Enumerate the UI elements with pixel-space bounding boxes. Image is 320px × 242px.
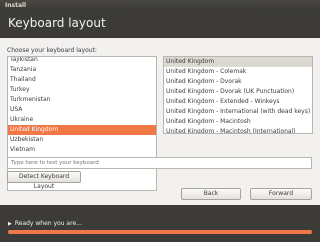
main-panel: Choose your keyboard layout: Tajikistan T… xyxy=(0,38,320,205)
country-list-item[interactable]: Tajikistan xyxy=(8,57,156,65)
layout-list-item[interactable]: United Kingdom - Macintosh xyxy=(164,117,312,127)
install-progress-fill xyxy=(8,230,312,234)
install-progress-bar xyxy=(8,230,312,234)
status-text: Ready when you are... xyxy=(14,220,82,227)
layout-list-item[interactable]: United Kingdom - Dvorak xyxy=(164,77,312,87)
country-list-item[interactable]: Turkmenistan xyxy=(8,95,156,105)
country-list-item[interactable]: Thailand xyxy=(8,75,156,85)
country-list-item[interactable]: Vietnam xyxy=(8,145,156,155)
layout-list-item[interactable]: United Kingdom - International (with dea… xyxy=(164,107,312,117)
detect-keyboard-layout-button[interactable]: Detect Keyboard Layout xyxy=(7,171,81,190)
layout-list-item[interactable]: United Kingdom xyxy=(164,57,312,67)
window-titlebar: Install xyxy=(0,0,320,11)
play-arrow-icon: ▶ xyxy=(8,221,12,227)
layout-list-item[interactable]: United Kingdom - Dvorak (UK Punctuation) xyxy=(164,87,312,97)
page-title: Keyboard layout xyxy=(8,16,106,30)
back-button[interactable]: Back xyxy=(181,188,241,200)
keyboard-test-input[interactable] xyxy=(7,157,312,169)
country-list-item[interactable]: Tanzania xyxy=(8,65,156,75)
layout-variant-list[interactable]: United Kingdom United Kingdom - Colemak Un… xyxy=(163,56,313,134)
choose-layout-label: Choose your keyboard layout: xyxy=(7,47,97,54)
layout-list-item[interactable]: United Kingdom - Macintosh (Internationa… xyxy=(164,127,312,133)
country-list-item[interactable]: Turkey xyxy=(8,85,156,95)
forward-button[interactable]: Forward xyxy=(250,188,312,200)
footer: ▶ Ready when you are... xyxy=(0,205,320,242)
country-list-item[interactable]: United Kingdom xyxy=(8,125,156,135)
country-list-item[interactable]: Uzbekistan xyxy=(8,135,156,145)
window-title: Install xyxy=(5,2,27,9)
country-list-item[interactable]: Ukraine xyxy=(8,115,156,125)
status-text-container: ▶ Ready when you are... xyxy=(8,220,82,228)
layout-list-rows: United Kingdom United Kingdom - Colemak Un… xyxy=(164,57,312,133)
country-list-item[interactable]: USA xyxy=(8,105,156,115)
page-header: Keyboard layout xyxy=(0,11,320,38)
layout-list-item[interactable]: United Kingdom - Extended - Winkeys xyxy=(164,97,312,107)
country-list-rows: Tajikistan Tanzania Thailand Turkey Turkmeni… xyxy=(8,57,156,155)
layout-list-item[interactable]: United Kingdom - Colemak xyxy=(164,67,312,77)
